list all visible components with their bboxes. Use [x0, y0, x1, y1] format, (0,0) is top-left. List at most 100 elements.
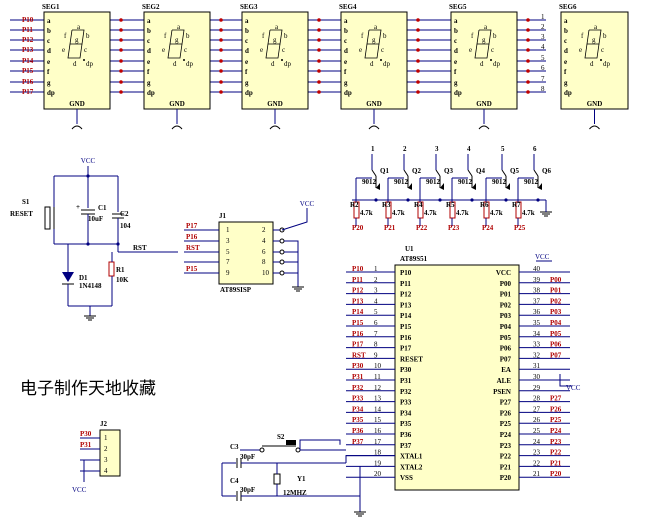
- segment-letter: e: [359, 46, 362, 54]
- segment-letter: b: [284, 32, 288, 40]
- mcu-right-pin-number: 32: [533, 351, 541, 359]
- mcu-right-net: P24: [550, 427, 562, 435]
- segment-dp-dot: [490, 59, 492, 61]
- transistor-symbol: [467, 169, 473, 177]
- transistor-arrow: [472, 183, 476, 190]
- resistor-value: 4.7k: [522, 209, 535, 217]
- bus-label-P17: P17: [22, 88, 34, 96]
- segment-pin-letter: dp: [147, 89, 155, 97]
- s2-button: [286, 440, 296, 445]
- mcu-left-net: P30: [352, 362, 364, 370]
- segment-pin-letter: dp: [344, 89, 352, 97]
- mcu-left-pin-label: P15: [400, 323, 412, 331]
- segment-letter: c: [84, 46, 87, 54]
- segment-junction: [526, 18, 530, 22]
- mcu-right-pin-label: P23: [500, 442, 512, 450]
- isp-right-pin-number: 8: [262, 258, 266, 266]
- mcu-right-pin-number: 21: [533, 470, 541, 478]
- j2-pin-number: 1: [104, 434, 108, 442]
- mcu-left-net: P37: [352, 438, 364, 446]
- segment-letter: e: [62, 46, 65, 54]
- segment-pin-letter: a: [564, 17, 568, 25]
- mcu-right-net: P06: [550, 341, 562, 349]
- segment-letter: g: [372, 36, 376, 44]
- isp-right-pin-number: 10: [262, 269, 270, 277]
- segment-junction: [317, 48, 321, 52]
- d1-label: D1: [79, 274, 88, 282]
- mcu-right-pin-number: 30: [533, 373, 541, 381]
- isp-vcc-label: VCC: [300, 200, 315, 208]
- bus-number-3: 3: [541, 33, 545, 41]
- transistor-type: 9012: [394, 178, 409, 186]
- mcu-left-pin-number: 7: [374, 330, 378, 338]
- mcu-right-pin-label: PSEN: [493, 388, 511, 396]
- mcu-left-pin-label: P17: [400, 345, 412, 353]
- mcu-left-pin-number: 5: [374, 308, 378, 316]
- segment-junction: [119, 18, 123, 22]
- segment-junction: [119, 80, 123, 84]
- j2-pin-number: 3: [104, 456, 108, 464]
- s2-terminal: [259, 447, 265, 453]
- segment-letter: d: [73, 60, 77, 68]
- mcu-right-pin-label: P05: [500, 334, 512, 342]
- mcu-right-net: P22: [550, 449, 562, 457]
- resistor-name: R5: [446, 201, 455, 209]
- segment-junction: [219, 18, 223, 22]
- bus-number-2: 2: [541, 23, 545, 31]
- mcu-right-net: P00: [550, 276, 562, 284]
- isp-vcc-wire: [281, 208, 308, 231]
- segment-letter: d: [590, 60, 594, 68]
- bus-number-5: 5: [541, 54, 545, 62]
- transistor-top-number: 3: [435, 145, 439, 153]
- bus-label-P10: P10: [22, 16, 34, 24]
- segment-pin-letter: e: [245, 58, 248, 66]
- transistor-symbol: [371, 169, 377, 177]
- segment-letter: c: [282, 46, 285, 54]
- c1-label: C1: [98, 204, 107, 212]
- segment-letter: e: [469, 46, 472, 54]
- segment-junction: [119, 38, 123, 42]
- segment-pin-letter: g: [454, 79, 458, 87]
- mcu-left-pin-number: 6: [374, 319, 378, 327]
- mcu-left-net: P36: [352, 427, 364, 435]
- segment-pin-letter: e: [344, 58, 347, 66]
- bus-label-P11: P11: [22, 26, 33, 34]
- isp-left-pin-number: 1: [226, 226, 230, 234]
- mcu-right-pin-number: 34: [533, 330, 541, 338]
- mcu-right-pin-label: P24: [500, 431, 512, 439]
- segment-pin-letter: b: [344, 27, 348, 35]
- mcu-right-pin-number: 25: [533, 427, 541, 435]
- segment-junction: [219, 80, 223, 84]
- mcu-right-pin-label: P03: [500, 312, 512, 320]
- header-j2: [99, 429, 121, 477]
- mcu-right-pin-label: VCC: [496, 269, 511, 277]
- segment-dp-dot: [380, 59, 382, 61]
- segment-pin-letter: e: [454, 58, 457, 66]
- mcu-left-pin-label: P34: [400, 409, 412, 417]
- segment-letter: c: [381, 46, 384, 54]
- c4-value: 30pF: [240, 486, 255, 494]
- segment-dp-dot: [83, 59, 85, 61]
- segment-letter: g: [482, 36, 486, 44]
- segment-pin-letter: b: [564, 27, 568, 35]
- segment-junction: [317, 18, 321, 22]
- segment-pin-letter: b: [147, 27, 151, 35]
- mcu-left-pin-label: XTAL1: [400, 453, 423, 461]
- mcu-right-pin-number: 24: [533, 438, 541, 446]
- mcu-right-pin-label: P26: [500, 409, 512, 417]
- c3-label: C3: [230, 443, 239, 451]
- j2-pin-number: 4: [104, 467, 108, 475]
- segment-gnd-label: GND: [267, 100, 283, 108]
- transistor-type: 9012: [492, 178, 507, 186]
- mcu-left-pin-label: VSS: [400, 474, 413, 482]
- segment-junction: [416, 90, 420, 94]
- mcu-left-pin-number: 11: [374, 373, 381, 381]
- r1-label: R1: [116, 266, 125, 274]
- mcu-left-net: P10: [352, 265, 364, 273]
- segment-junction: [219, 59, 223, 63]
- segment-letter: c: [601, 46, 604, 54]
- segment-letter: d: [480, 60, 484, 68]
- isp-left-label: P16: [186, 233, 198, 241]
- isp-left-pin-number: 9: [226, 269, 230, 277]
- schematic-diagram: P10 1P11 2P12 3P13 4P14 5P15 6P16 7P17 8SEG1abcd…: [10, 3, 629, 517]
